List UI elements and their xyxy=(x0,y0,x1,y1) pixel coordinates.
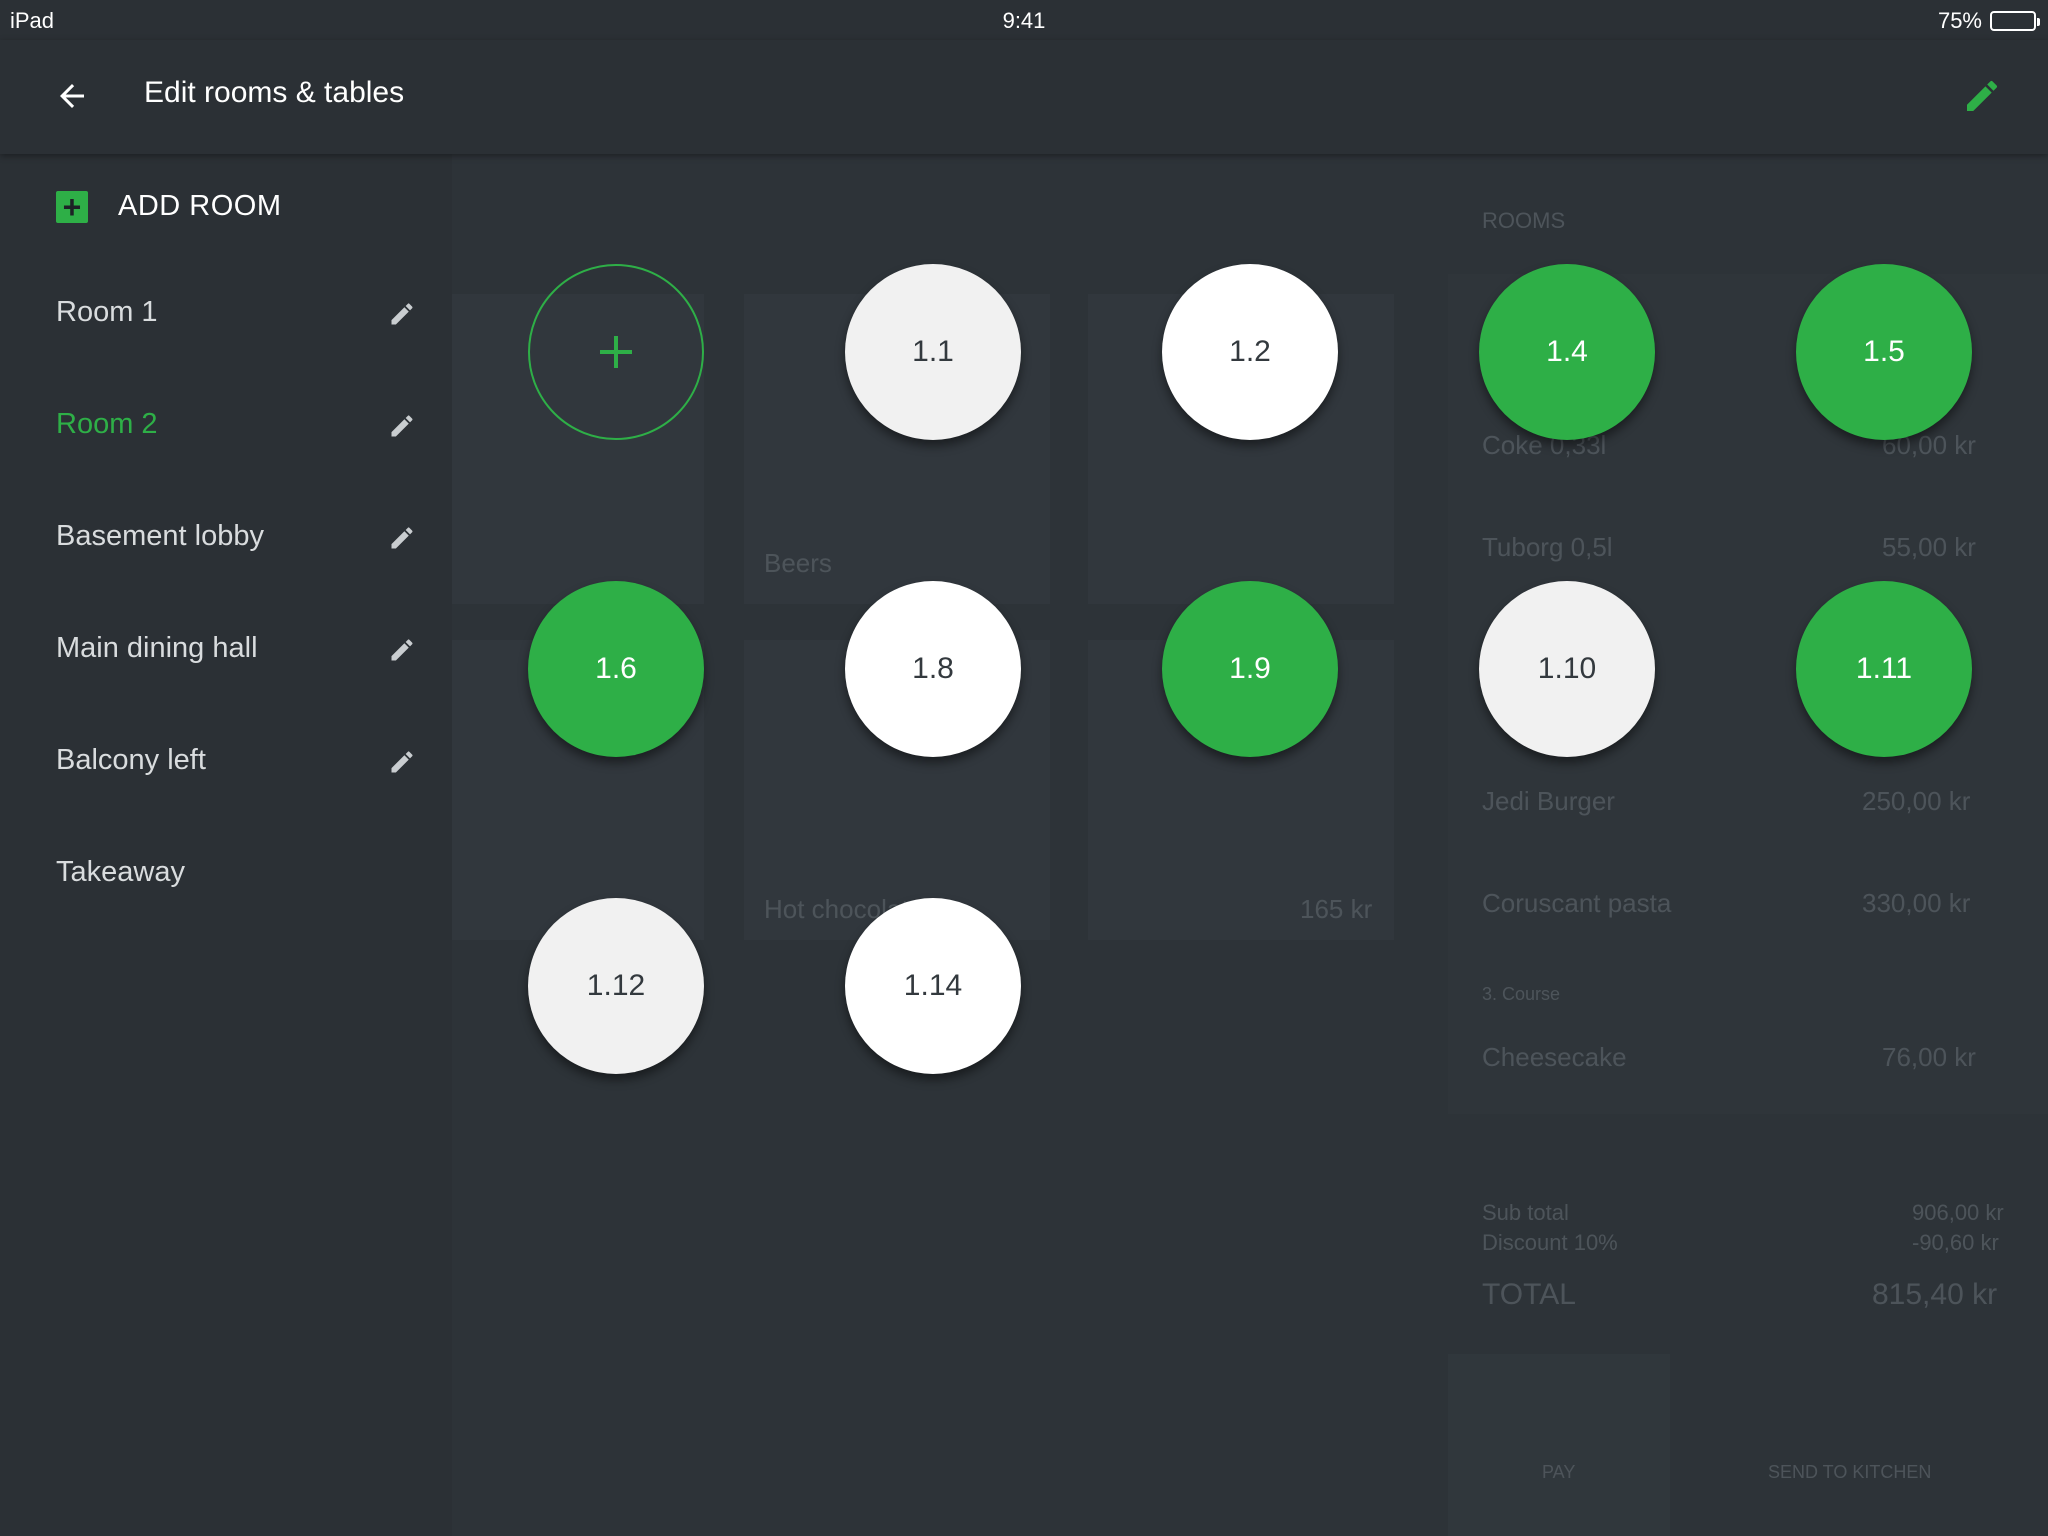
pencil-icon xyxy=(391,751,413,773)
bg-pay-label: PAY xyxy=(1542,1462,1576,1482)
bg-pay-button xyxy=(1448,1354,1670,1536)
clock: 9:41 xyxy=(1002,8,1046,33)
bg-order-line: Tuborg 0,5l xyxy=(1482,532,1613,562)
table-1-12[interactable]: 1.12 xyxy=(528,898,704,1074)
room-name: Takeaway xyxy=(56,856,185,888)
bg-total-label: TOTAL xyxy=(1482,1278,1576,1311)
table-1-5[interactable]: 1.5 xyxy=(1796,264,1972,440)
pencil-icon xyxy=(1967,80,1998,111)
sidebar-item-room[interactable]: Takeaway xyxy=(0,834,452,914)
bg-order-price: 55,00 kr xyxy=(1882,532,1976,562)
page-title: Edit rooms & tables xyxy=(144,76,405,109)
pencil-icon xyxy=(391,303,413,325)
table-1-1[interactable]: 1.1 xyxy=(845,264,1021,440)
sidebar-item-room[interactable]: Room 1 xyxy=(0,274,452,354)
add-table-button[interactable] xyxy=(528,264,704,440)
add-room-label: ADD ROOM xyxy=(118,190,282,222)
table-1-6[interactable]: 1.6 xyxy=(528,581,704,757)
bg-subtotal-label: Sub total xyxy=(1482,1200,1569,1225)
bg-order-line: Cheesecake xyxy=(1482,1042,1627,1072)
bg-discount-label: Discount 10% xyxy=(1482,1230,1618,1255)
bg-subtotal-value: 906,00 kr xyxy=(1912,1200,2004,1225)
back-button[interactable] xyxy=(46,70,98,122)
edit-room-button[interactable] xyxy=(382,742,422,782)
battery-status: 75% xyxy=(1937,8,2040,34)
room-name: Balcony left xyxy=(56,744,206,776)
bg-total-value: 815,40 kr xyxy=(1872,1278,1998,1311)
sidebar-item-room[interactable]: Balcony left xyxy=(0,722,452,802)
edit-room-button[interactable] xyxy=(382,406,422,446)
table-1-11[interactable]: 1.11 xyxy=(1796,581,1972,757)
room-name: Room 2 xyxy=(56,408,158,440)
battery-percent: 75% xyxy=(1937,8,1982,33)
plus-icon xyxy=(600,336,632,368)
bg-course-label: 3. Course xyxy=(1482,984,1561,1004)
battery-icon xyxy=(1990,11,2040,31)
edit-room-button[interactable] xyxy=(382,294,422,334)
room-name: Main dining hall xyxy=(56,632,258,664)
bg-send-label: SEND TO KITCHEN xyxy=(1768,1462,1932,1482)
back-arrow-icon xyxy=(60,84,84,108)
pencil-icon xyxy=(391,415,413,437)
app-bar: Edit rooms & tables xyxy=(0,40,2048,154)
table-1-14[interactable]: 1.14 xyxy=(845,898,1021,1074)
edit-room-button[interactable] xyxy=(382,518,422,558)
room-name: Basement lobby xyxy=(56,520,264,552)
add-room-button[interactable]: + ADD ROOM xyxy=(56,190,282,223)
bg-order-price: 330,00 kr xyxy=(1862,888,1971,918)
room-name: Room 1 xyxy=(56,296,158,328)
edit-room-button[interactable] xyxy=(382,630,422,670)
status-bar: iPad 9:41 75% xyxy=(0,0,2048,40)
edit-button[interactable] xyxy=(1956,70,2008,122)
pencil-icon xyxy=(391,527,413,549)
plus-icon: + xyxy=(56,190,88,223)
sidebar-item-room[interactable]: Basement lobby xyxy=(0,498,452,578)
table-1-9[interactable]: 1.9 xyxy=(1162,581,1338,757)
pencil-icon xyxy=(391,639,413,661)
rooms-sidebar: + ADD ROOM Room 1 Room 2 Basement lobby Mai… xyxy=(0,154,452,1536)
table-1-2[interactable]: 1.2 xyxy=(1162,264,1338,440)
table-1-10[interactable]: 1.10 xyxy=(1479,581,1655,757)
bg-discount-value: -90,60 kr xyxy=(1912,1230,1999,1255)
bg-product-price: 165 kr xyxy=(1300,894,1373,924)
bg-product-beers: Beers xyxy=(764,548,832,578)
bg-order-line: Jedi Burger xyxy=(1482,786,1615,816)
table-1-4[interactable]: 1.4 xyxy=(1479,264,1655,440)
bg-order-price: 250,00 kr xyxy=(1862,786,1971,816)
bg-order-price: 76,00 kr xyxy=(1882,1042,1976,1072)
table-1-8[interactable]: 1.8 xyxy=(845,581,1021,757)
bg-order-line: Coruscant pasta xyxy=(1482,888,1672,918)
sidebar-item-room[interactable]: Room 2 xyxy=(0,386,452,466)
sidebar-item-room[interactable]: Main dining hall xyxy=(0,610,452,690)
bg-rooms-label: ROOMS xyxy=(1482,208,1566,233)
